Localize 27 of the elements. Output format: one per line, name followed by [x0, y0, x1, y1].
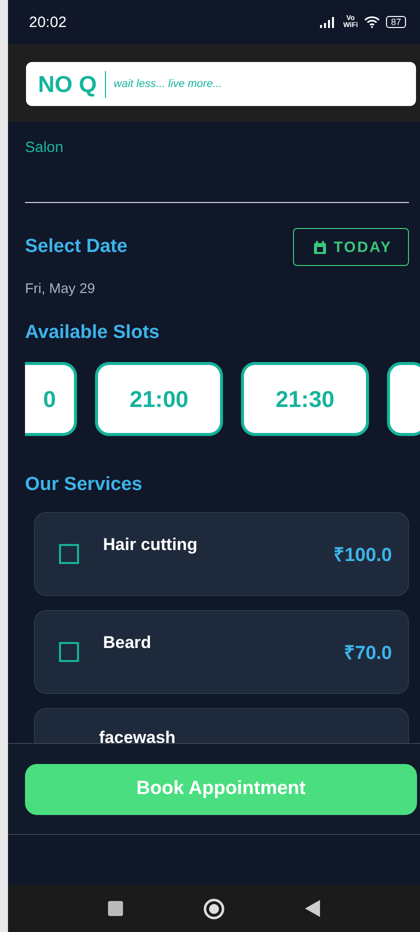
selected-date: Fri, May 29 — [25, 280, 96, 296]
service-name: Hair cutting — [103, 535, 198, 555]
time-slot[interactable] — [387, 362, 420, 436]
battery-level: 87 — [386, 16, 406, 28]
wifi-icon — [364, 16, 380, 28]
checkbox[interactable] — [59, 544, 79, 564]
service-price: ₹70.0 — [344, 642, 392, 665]
service-price: ₹100.0 — [333, 544, 392, 567]
checkbox[interactable] — [59, 642, 79, 662]
square-icon — [108, 901, 123, 916]
today-button[interactable]: TODAY — [292, 228, 409, 266]
status-time: 20:02 — [29, 14, 67, 30]
service-card[interactable]: Hair cutting ₹100.0 — [34, 512, 409, 596]
section-title: Select Date — [25, 236, 128, 258]
back-button[interactable] — [305, 900, 320, 917]
service-name: Beard — [103, 633, 152, 653]
calendar-icon — [314, 240, 326, 254]
app-tagline: wait less... live more... — [114, 78, 222, 90]
circle-icon — [203, 898, 225, 920]
service-name: facewash — [99, 728, 177, 748]
triangle-icon — [305, 900, 320, 917]
section-title: Available Slots — [25, 322, 160, 344]
service-card[interactable]: Beard ₹70.0 — [34, 610, 409, 694]
app-logo: NO Q — [38, 70, 106, 98]
home-button[interactable] — [203, 898, 225, 920]
shop-category: Salon — [25, 139, 64, 156]
section-title: Our Services — [25, 474, 144, 496]
